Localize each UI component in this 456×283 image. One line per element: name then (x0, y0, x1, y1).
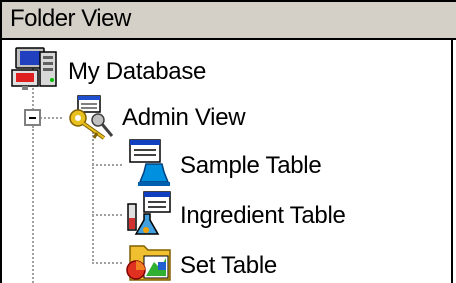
set-table-icon (126, 245, 171, 281)
tree-node-label: Ingredient Table (180, 202, 346, 229)
tree-connector (92, 214, 122, 216)
sample-table-icon (129, 139, 170, 186)
folder-tree: My Database Admin View Sample Table Ingr… (2, 40, 456, 283)
database-server-icon (11, 47, 57, 90)
panel-title: Folder View (10, 5, 131, 32)
ingredient-table-icon (127, 191, 171, 235)
tree-connector (92, 132, 94, 264)
tree-node-label: Admin View (122, 104, 246, 131)
tree-connector (32, 126, 34, 283)
tree-node-label: Sample Table (180, 152, 322, 179)
tree-connector (92, 164, 122, 166)
tree-node-label: Set Table (180, 252, 277, 279)
collapse-toggle[interactable] (24, 109, 41, 126)
folder-view-panel: Folder View My Database Admin View Sampl… (0, 0, 456, 283)
tree-node-label: My Database (68, 58, 207, 85)
tree-connector (92, 262, 122, 264)
panel-title-bar: Folder View (2, 0, 456, 40)
tree-connector (40, 117, 62, 119)
admin-keys-icon (69, 95, 114, 140)
